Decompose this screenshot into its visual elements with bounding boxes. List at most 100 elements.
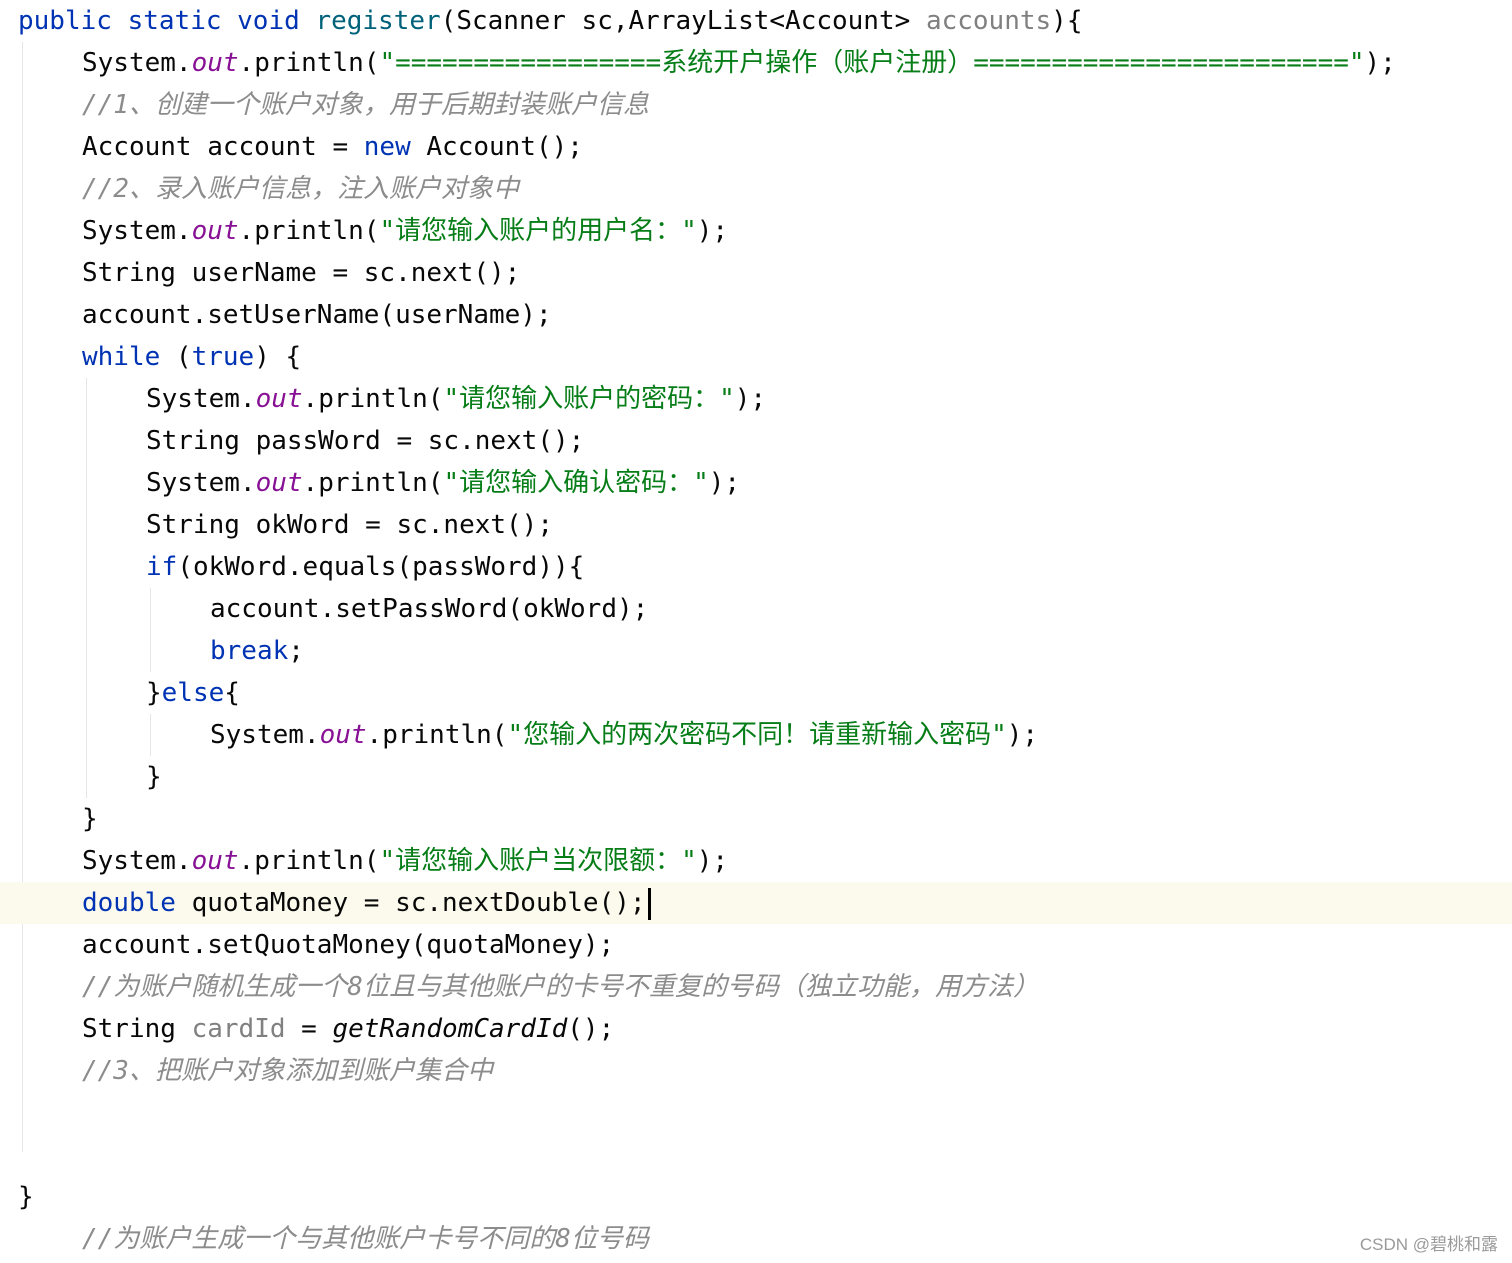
code-token-plain: } xyxy=(146,678,162,708)
code-token-plain: (); xyxy=(567,1014,615,1044)
code-token-kw: static xyxy=(127,6,238,36)
code-line[interactable]: while (true) { xyxy=(0,336,1512,378)
code-token-plain: ( xyxy=(175,342,192,372)
code-line[interactable]: System.out.println("请您输入账户当次限额："); xyxy=(0,840,1512,882)
code-token-kw: while xyxy=(82,342,176,372)
code-line-content: //3、把账户对象添加到账户集合中 xyxy=(82,1050,493,1092)
code-line[interactable]: System.out.println("您输入的两次密码不同！请重新输入密码")… xyxy=(0,714,1512,756)
code-line-content: String userName = sc.next(); xyxy=(82,252,520,294)
code-token-unused: accounts xyxy=(925,6,1052,36)
code-line-content: System.out.println("请您输入账户的密码："); xyxy=(146,378,766,420)
code-token-kw: if xyxy=(146,552,178,582)
code-line-content: String cardId = getRandomCardId(); xyxy=(82,1008,614,1050)
code-line[interactable]: account.setUserName(userName); xyxy=(0,294,1512,336)
code-line[interactable]: if(okWord.equals(passWord)){ xyxy=(0,546,1512,588)
code-line-content: } xyxy=(18,1176,34,1218)
code-token-plain: ); xyxy=(1364,48,1396,78)
code-token-plain: } xyxy=(18,1182,34,1212)
code-line[interactable]: break; xyxy=(0,630,1512,672)
code-line[interactable]: System.out.println("请您输入账户的用户名："); xyxy=(0,210,1512,252)
code-line[interactable]: String okWord = sc.next(); xyxy=(0,504,1512,546)
code-token-plain: Account account = xyxy=(82,132,364,162)
code-token-field: out xyxy=(319,720,367,750)
code-line[interactable] xyxy=(0,1092,1512,1134)
code-line[interactable]: System.out.println("=================系统开… xyxy=(0,42,1512,84)
code-token-method: register xyxy=(315,6,441,36)
code-line[interactable]: String userName = sc.next(); xyxy=(0,252,1512,294)
code-token-comment: //2、录入账户信息，注入账户对象中 xyxy=(82,174,519,204)
code-line-content: } xyxy=(82,798,98,840)
code-token-plain: ; xyxy=(288,636,304,666)
code-line[interactable]: //1、创建一个账户对象，用于后期封装账户信息 xyxy=(0,84,1512,126)
code-token-plain: Account(); xyxy=(426,132,583,162)
code-line[interactable]: System.out.println("请您输入账户的密码："); xyxy=(0,378,1512,420)
code-token-kw: new xyxy=(363,132,427,162)
code-token-plain: quotaMoney = sc.nextDouble(); xyxy=(191,888,646,918)
code-token-plain: .println( xyxy=(302,384,444,414)
code-token-plain: account.setPassWord(okWord); xyxy=(210,594,649,624)
code-token-plain: System. xyxy=(82,846,192,876)
code-line[interactable]: //3、把账户对象添加到账户集合中 xyxy=(0,1050,1512,1092)
code-line-content: } xyxy=(146,756,162,798)
code-token-plain: System. xyxy=(82,48,192,78)
code-token-kw: void xyxy=(237,6,316,36)
code-token-comment: //3、把账户对象添加到账户集合中 xyxy=(82,1056,493,1086)
code-line[interactable]: } xyxy=(0,756,1512,798)
code-token-plain: .println( xyxy=(238,216,380,246)
code-token-kw: else xyxy=(161,678,225,708)
code-token-plain: } xyxy=(82,804,98,834)
code-line[interactable]: public static void register(Scanner sc,A… xyxy=(0,0,1512,42)
code-line[interactable]: System.out.println("请您输入确认密码："); xyxy=(0,462,1512,504)
code-line[interactable]: //2、录入账户信息，注入账户对象中 xyxy=(0,168,1512,210)
code-line-content: account.setQuotaMoney(quotaMoney); xyxy=(82,924,614,966)
csdn-watermark: CSDN @碧桃和露 xyxy=(1359,1235,1498,1254)
code-editor[interactable]: public static void register(Scanner sc,A… xyxy=(0,0,1512,1263)
code-line[interactable]: }else{ xyxy=(0,672,1512,714)
code-line[interactable]: //为账户随机生成一个8位且与其他账户的卡号不重复的号码（独立功能，用方法） xyxy=(0,966,1512,1008)
code-token-plain: (Scanner sc,ArrayList<Account> xyxy=(440,6,926,36)
code-token-plain: System. xyxy=(210,720,320,750)
code-line-content: double quotaMoney = sc.nextDouble(); xyxy=(82,882,651,924)
code-token-plain: = xyxy=(285,1014,333,1044)
code-token-plain: .println( xyxy=(302,468,444,498)
code-token-comment: //为账户随机生成一个8位且与其他账户的卡号不重复的号码（独立功能，用方法） xyxy=(82,972,1039,1002)
code-token-field: out xyxy=(191,48,239,78)
code-token-field: out xyxy=(255,384,303,414)
code-token-plain: String okWord = sc.next(); xyxy=(146,510,553,540)
code-token-kw: break xyxy=(210,636,289,666)
text-caret xyxy=(647,887,651,920)
code-token-plain: .println( xyxy=(238,846,380,876)
code-token-plain: { xyxy=(224,678,240,708)
code-line[interactable]: account.setQuotaMoney(quotaMoney); xyxy=(0,924,1512,966)
code-line-content: System.out.println("请您输入确认密码："); xyxy=(146,462,740,504)
code-line[interactable]: Account account = new Account(); xyxy=(0,126,1512,168)
code-token-plain: ); xyxy=(734,384,767,414)
code-token-plain: .println( xyxy=(238,48,380,78)
code-token-kw: double xyxy=(82,888,192,918)
code-line-content: //为账户生成一个与其他账户卡号不同的8位号码 xyxy=(82,1218,649,1260)
code-line-content: Account account = new Account(); xyxy=(82,126,583,168)
code-line-content: public static void register(Scanner sc,A… xyxy=(18,0,1082,42)
code-line-content: account.setUserName(userName); xyxy=(82,294,552,336)
code-token-comment: //1、创建一个账户对象，用于后期封装账户信息 xyxy=(82,90,649,120)
code-line[interactable]: String passWord = sc.next(); xyxy=(0,420,1512,462)
code-line-content: String passWord = sc.next(); xyxy=(146,420,584,462)
code-token-kw: true xyxy=(191,342,255,372)
code-line-content: if(okWord.equals(passWord)){ xyxy=(146,546,584,588)
code-line[interactable]: double quotaMoney = sc.nextDouble(); xyxy=(0,882,1512,924)
code-token-plain: ); xyxy=(696,846,729,876)
code-line[interactable]: String cardId = getRandomCardId(); xyxy=(0,1008,1512,1050)
code-line[interactable]: } xyxy=(0,1176,1512,1218)
code-token-plain: ); xyxy=(1006,720,1039,750)
code-token-plain: ){ xyxy=(1051,6,1083,36)
code-line[interactable] xyxy=(0,1134,1512,1176)
code-line[interactable]: //为账户生成一个与其他账户卡号不同的8位号码 xyxy=(0,1218,1512,1260)
code-token-plain: ); xyxy=(708,468,741,498)
code-token-plain: System. xyxy=(146,384,256,414)
code-line-content: //为账户随机生成一个8位且与其他账户的卡号不重复的号码（独立功能，用方法） xyxy=(82,966,1039,1008)
code-token-plain: } xyxy=(146,762,162,792)
code-line-content: //2、录入账户信息，注入账户对象中 xyxy=(82,168,519,210)
code-line[interactable]: account.setPassWord(okWord); xyxy=(0,588,1512,630)
code-line[interactable]: } xyxy=(0,798,1512,840)
code-token-kw: public xyxy=(18,6,128,36)
